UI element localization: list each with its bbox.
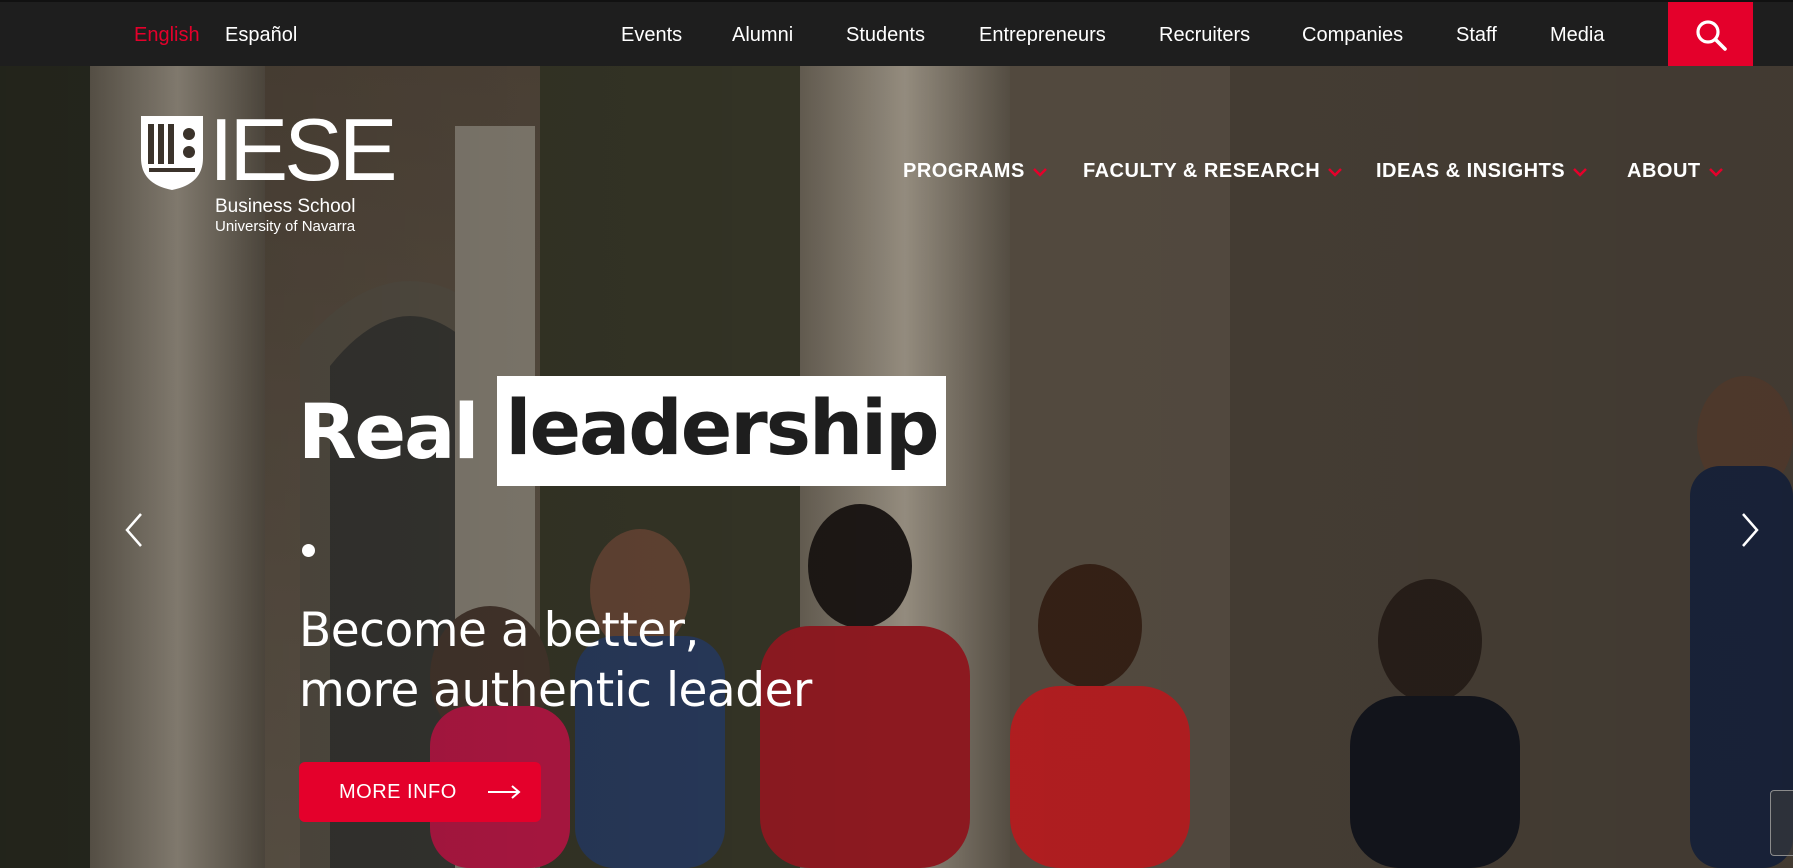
topnav-alumni-link[interactable]: Alumni (732, 24, 793, 47)
topnav-media-link[interactable]: Media (1550, 24, 1604, 47)
hero-subtitle-line2: more authentic leader (299, 663, 812, 718)
more-info-button[interactable]: MORE INFO (299, 762, 541, 822)
slide-indicator-dot[interactable] (302, 544, 315, 557)
arrow-right-icon (487, 785, 521, 799)
topnav-entrepreneurs-link[interactable]: Entrepreneurs (979, 24, 1106, 47)
nav-faculty-research[interactable]: FACULTY & RESEARCH (1083, 160, 1343, 183)
chevron-down-icon (1328, 167, 1343, 177)
headline-plain: Real (298, 386, 479, 476)
nav-faculty-research-label: FACULTY & RESEARCH (1083, 160, 1321, 182)
topnav-students-link[interactable]: Students (846, 24, 925, 47)
headline-highlight: leadership (497, 376, 946, 486)
search-icon (1695, 20, 1727, 51)
topnav-recruiters-link[interactable]: Recruiters (1159, 24, 1250, 47)
floating-widget-tab[interactable] (1770, 790, 1793, 856)
language-spanish-link[interactable]: Español (225, 24, 297, 47)
nav-about-label: ABOUT (1627, 160, 1701, 182)
topnav-events-link[interactable]: Events (621, 24, 682, 47)
chevron-down-icon (1032, 167, 1047, 177)
topnav-companies-link[interactable]: Companies (1302, 24, 1403, 47)
nav-ideas-insights[interactable]: IDEAS & INSIGHTS (1376, 160, 1588, 183)
topnav-staff-link[interactable]: Staff (1456, 24, 1497, 47)
nav-about[interactable]: ABOUT (1627, 160, 1723, 183)
hero-banner: IESE Business School University of Navar… (0, 66, 1793, 868)
language-english-link[interactable]: English (134, 24, 200, 47)
hero-subtitle-line1: Become a better, (299, 603, 699, 658)
chevron-down-icon (1708, 167, 1723, 177)
chevron-down-icon (1573, 167, 1588, 177)
logo-wordmark: IESE (209, 100, 398, 199)
more-info-label: MORE INFO (339, 780, 457, 803)
search-button[interactable] (1668, 2, 1753, 68)
hero-headline: Real leadership (298, 376, 946, 486)
logo-subtitle: Business School (215, 196, 356, 217)
crest-icon (141, 116, 203, 190)
nav-programs-label: PROGRAMS (903, 160, 1025, 182)
carousel-prev-button[interactable] (124, 512, 144, 548)
nav-programs[interactable]: PROGRAMS (903, 160, 1047, 183)
nav-ideas-insights-label: IDEAS & INSIGHTS (1376, 160, 1566, 182)
iese-logo[interactable]: IESE Business School University of Navar… (139, 106, 398, 236)
hero-subtitle: Become a better, more authentic leader (299, 601, 812, 721)
carousel-next-button[interactable] (1740, 512, 1760, 548)
utility-bar: English Español Events Alumni Students E… (0, 0, 1793, 68)
logo-university: University of Navarra (215, 218, 356, 235)
